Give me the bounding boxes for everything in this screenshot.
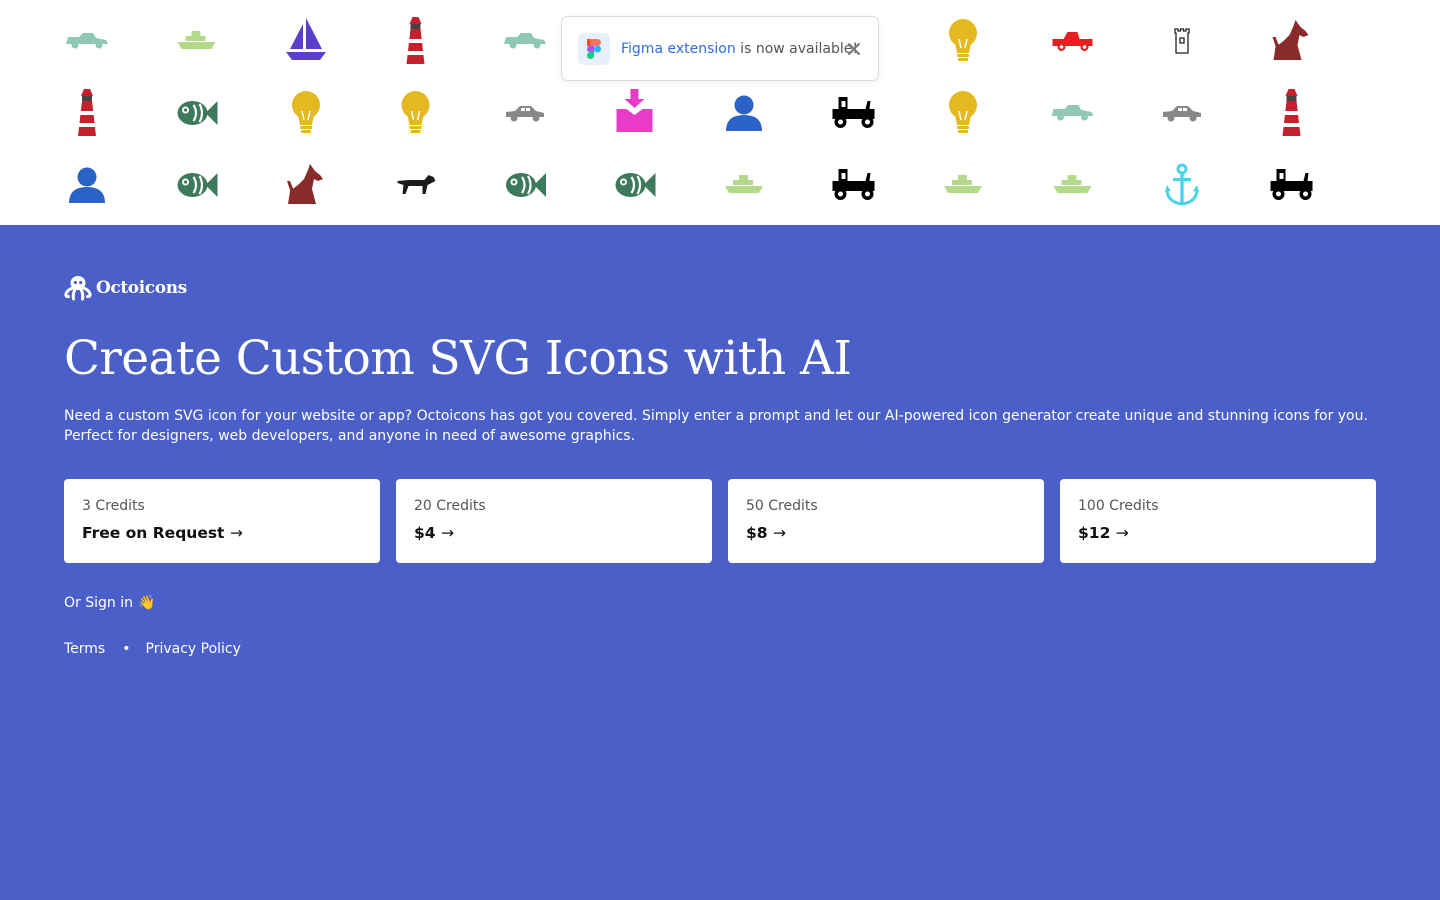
plan-credits: 3 Credits: [82, 498, 145, 514]
dog-running-icon: [397, 175, 436, 194]
vintage-car-icon: [1270, 169, 1313, 200]
plan-card-100-credits[interactable]: 100 Credits $12 →: [1060, 479, 1376, 563]
plan-card-20-credits[interactable]: 20 Credits $4 →: [396, 479, 712, 563]
lightbulb-icon: [401, 91, 430, 133]
sign-in-label: Or Sign in: [64, 595, 133, 611]
notification-message: Figma extension is now available!: [621, 40, 858, 58]
race-car-icon: [1051, 105, 1094, 121]
hero-section: Octoicons Create Custom SVG Icons with A…: [0, 225, 1440, 900]
brand-name: Octoicons: [96, 278, 187, 298]
user-icon: [69, 167, 105, 203]
anchor-icon: [1165, 163, 1199, 206]
brand-logo[interactable]: Octoicons: [64, 274, 187, 302]
user-icon: [726, 95, 762, 131]
waving-hand-icon: 👋: [137, 595, 156, 611]
car-icon: [506, 106, 544, 122]
boat-icon: [1053, 175, 1092, 193]
octopus-icon: [64, 276, 92, 301]
notification-toast: Figma extension is now available!: [561, 16, 879, 81]
arrow-right-icon: →: [229, 524, 243, 542]
plan-card-50-credits[interactable]: 50 Credits $8 →: [728, 479, 1044, 563]
race-car-icon: [66, 33, 108, 49]
plan-credits: 100 Credits: [1078, 498, 1159, 514]
lightbulb-icon: [949, 91, 977, 133]
dog-sitting-icon: [287, 164, 323, 204]
race-car-icon: [504, 33, 546, 49]
plan-price: $12 →: [1078, 524, 1358, 542]
sailboat-icon: [286, 18, 326, 60]
close-icon[interactable]: [846, 41, 862, 57]
page-title: Create Custom SVG Icons with AI: [64, 331, 852, 386]
footer-separator: •: [122, 641, 131, 657]
figma-icon: [578, 33, 610, 65]
hero-description: Need a custom SVG icon for your website …: [64, 408, 1368, 444]
vintage-car-icon: [832, 169, 875, 200]
plan-price-value: $8: [746, 524, 768, 542]
sign-in-link[interactable]: Or Sign in 👋: [64, 595, 155, 611]
dog-sitting-icon: [1272, 20, 1309, 60]
plan-price-value: Free on Request: [82, 524, 225, 542]
plan-price: $4 →: [414, 524, 694, 542]
car-icon: [1163, 106, 1201, 122]
figma-extension-link[interactable]: Figma extension: [621, 41, 736, 57]
boat-icon: [177, 31, 216, 49]
footer-links: Terms • Privacy Policy: [64, 641, 241, 657]
fish-icon: [177, 101, 218, 125]
notification-message-text: is now available!: [735, 41, 858, 57]
privacy-policy-link[interactable]: Privacy Policy: [146, 641, 241, 657]
lighthouse-icon: [78, 89, 96, 136]
fish-icon: [506, 173, 546, 197]
fish-icon: [177, 173, 218, 197]
lightbulb-icon: [949, 19, 977, 61]
download-box-icon: [616, 89, 653, 132]
fish-icon: [615, 173, 656, 197]
pickup-truck-icon: [1052, 32, 1093, 51]
lighthouse-icon: [406, 17, 425, 64]
boat-icon: [725, 175, 763, 193]
lighthouse-icon: [1282, 89, 1301, 136]
plan-price: $8 →: [746, 524, 1026, 542]
plan-price-value: $4: [414, 524, 436, 542]
boat-icon: [944, 175, 982, 193]
lightbulb-icon: [292, 91, 320, 133]
arrow-right-icon: →: [440, 524, 454, 542]
terms-link[interactable]: Terms: [64, 641, 105, 657]
arrow-right-icon: →: [772, 524, 786, 542]
plan-credits: 20 Credits: [414, 498, 486, 514]
arrow-right-icon: →: [1115, 524, 1129, 542]
tower-icon: [1174, 28, 1190, 54]
pricing-plans: 3 Credits Free on Request → 20 Credits $…: [64, 479, 1376, 563]
plan-card-3-credits[interactable]: 3 Credits Free on Request →: [64, 479, 380, 563]
plan-price: Free on Request →: [82, 524, 362, 542]
plan-credits: 50 Credits: [746, 498, 818, 514]
plan-price-value: $12: [1078, 524, 1111, 542]
vintage-car-icon: [832, 97, 875, 128]
